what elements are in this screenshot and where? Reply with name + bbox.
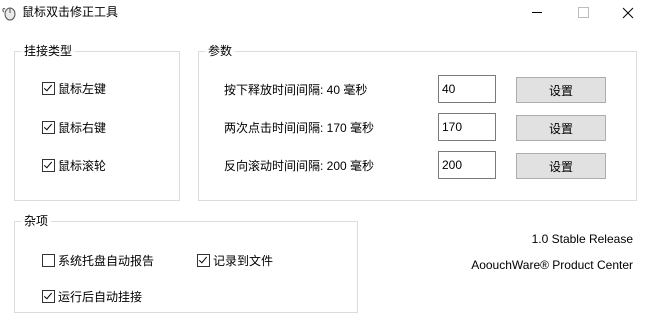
press-release-interval-input[interactable] — [438, 75, 496, 103]
checkbox-log-to-file[interactable]: 记录到文件 — [197, 252, 273, 269]
reverse-scroll-interval-input[interactable] — [438, 151, 496, 179]
misc-group-title: 杂项 — [21, 213, 52, 229]
press-release-interval-label: 按下释放时间间隔: 40 毫秒 — [224, 83, 368, 97]
window-title: 鼠标双击修正工具 — [22, 5, 119, 19]
double-click-interval-input[interactable] — [438, 113, 496, 141]
checkbox-tray-report[interactable]: 系统托盘自动报告 — [42, 252, 154, 269]
title-bar: 鼠标双击修正工具 — [0, 0, 651, 26]
checkbox-box[interactable] — [42, 290, 55, 303]
product-text: AoouchWare® Product Center — [471, 258, 633, 272]
set-double-click-button[interactable]: 设置 — [516, 115, 606, 141]
mouse-type-group-title: 挂接类型 — [21, 43, 76, 59]
maximize-button[interactable] — [560, 0, 606, 26]
mouse-app-icon — [2, 7, 16, 21]
minimize-button[interactable] — [514, 0, 560, 26]
checkbox-box[interactable] — [42, 254, 55, 267]
checkbox-label: 系统托盘自动报告 — [58, 254, 155, 268]
set-reverse-scroll-button[interactable]: 设置 — [516, 153, 606, 179]
double-click-interval-label: 两次点击时间间隔: 170 毫秒 — [224, 121, 375, 135]
checkbox-box[interactable] — [42, 121, 55, 134]
checkbox-label: 鼠标左键 — [58, 82, 107, 96]
close-icon — [622, 7, 634, 19]
checkbox-box[interactable] — [197, 254, 210, 267]
maximize-icon — [578, 7, 589, 18]
checkbox-box[interactable] — [42, 82, 55, 95]
checkbox-box[interactable] — [42, 159, 55, 172]
checkbox-auto-hook[interactable]: 运行后自动挂接 — [42, 288, 142, 305]
reverse-scroll-interval-label: 反向滚动时间间隔: 200 毫秒 — [224, 159, 375, 173]
params-group-title: 参数 — [205, 43, 236, 59]
set-press-release-button[interactable]: 设置 — [516, 77, 606, 103]
checkbox-left-button[interactable]: 鼠标左键 — [42, 80, 106, 97]
checkbox-wheel[interactable]: 鼠标滚轮 — [42, 157, 106, 174]
version-text: 1.0 Stable Release — [531, 232, 633, 246]
checkbox-label: 记录到文件 — [213, 254, 274, 268]
checkbox-label: 运行后自动挂接 — [58, 290, 143, 304]
close-button[interactable] — [605, 0, 651, 26]
checkbox-right-button[interactable]: 鼠标右键 — [42, 119, 106, 136]
checkbox-label: 鼠标滚轮 — [58, 159, 107, 173]
minimize-icon — [532, 12, 542, 13]
checkbox-label: 鼠标右键 — [58, 121, 107, 135]
